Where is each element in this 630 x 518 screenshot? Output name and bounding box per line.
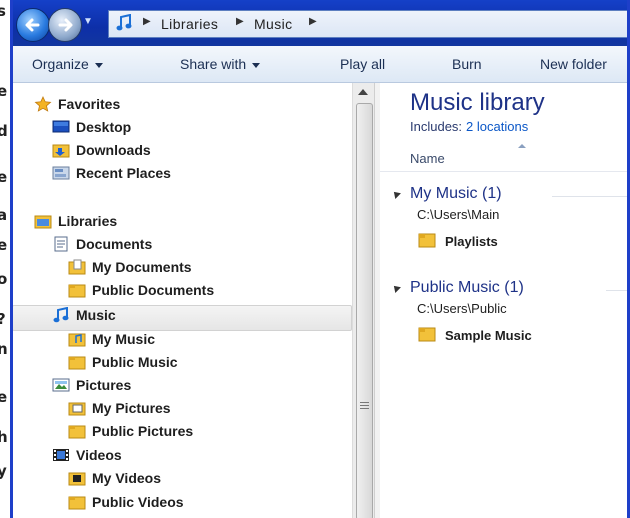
folder-icon	[68, 356, 86, 370]
nav-label: Desktop	[76, 119, 132, 135]
edge-char: o	[0, 270, 8, 288]
new-folder-button[interactable]: New folder	[540, 56, 607, 72]
group-title: My Music (1)	[410, 185, 502, 202]
forward-arrow-icon	[58, 18, 73, 32]
edge-char: e	[0, 82, 8, 100]
desktop-icon	[52, 120, 70, 133]
nav-label: Libraries	[58, 213, 118, 229]
explorer-window: ▼ ▶ Libraries ▶ Music ▶ Organize Share w…	[10, 0, 630, 518]
nav-label: Pictures	[76, 377, 132, 393]
star-icon	[34, 96, 52, 112]
library-includes: Includes: 2 locations	[410, 119, 528, 134]
folder-icon	[68, 496, 86, 510]
nav-label: Public Documents	[92, 282, 215, 298]
library-title: Music library	[410, 89, 545, 116]
libraries-icon	[34, 215, 52, 229]
documents-library-icon	[54, 236, 68, 252]
scroll-grip-icon	[360, 402, 369, 411]
pictures-folder-icon	[68, 402, 86, 416]
breadcrumb-separator-icon[interactable]: ▶	[309, 16, 317, 27]
folder-name: Sample Music	[445, 328, 532, 343]
nav-label: My Music	[92, 331, 156, 347]
edge-char: y	[0, 462, 7, 480]
back-button[interactable]	[16, 8, 50, 42]
column-header-name[interactable]: Name	[410, 151, 445, 166]
sort-arrow-icon	[518, 144, 526, 148]
group-path: C:\Users\Public	[417, 301, 507, 316]
navigation-pane: Favorites Desktop Downloads Recent Place…	[10, 83, 352, 518]
breadcrumb-libraries[interactable]: Libraries	[161, 16, 218, 32]
group-header-my-music[interactable]: My Music (1)	[391, 185, 502, 203]
nav-pane-scrollbar[interactable]	[352, 83, 375, 518]
group-divider	[552, 196, 630, 197]
organize-label: Organize	[32, 56, 89, 72]
breadcrumb-music[interactable]: Music	[254, 16, 293, 32]
share-with-label: Share with	[180, 56, 247, 72]
edge-char: n	[0, 340, 8, 358]
nav-label: My Videos	[92, 470, 161, 486]
collapse-arrow-icon[interactable]	[391, 282, 401, 293]
chevron-down-icon	[94, 62, 103, 68]
nav-label: Public Pictures	[92, 423, 194, 439]
music-note-icon	[116, 14, 132, 31]
recent-places-icon	[52, 166, 70, 180]
nav-label: Downloads	[76, 142, 151, 158]
video-folder-icon	[68, 472, 86, 486]
edge-char: e	[0, 168, 8, 186]
nav-label: Music	[76, 307, 116, 323]
nav-label: Favorites	[58, 96, 121, 112]
edge-char: h	[0, 428, 8, 446]
share-with-button[interactable]: Share with	[180, 56, 261, 72]
edge-char: ?	[0, 310, 6, 328]
chevron-down-icon	[252, 62, 261, 68]
folder-icon	[68, 259, 86, 275]
folder-icon	[68, 284, 86, 298]
edge-char: a	[0, 206, 8, 224]
column-header-divider	[380, 171, 630, 172]
scrollbar-thumb[interactable]	[356, 103, 373, 518]
film-icon	[53, 449, 69, 461]
nav-label: My Documents	[92, 259, 192, 275]
nav-label: Public Music	[92, 354, 178, 370]
edge-char: e	[0, 388, 8, 406]
breadcrumb-separator-icon[interactable]: ▶	[143, 16, 151, 27]
includes-label: Includes:	[410, 119, 463, 134]
breadcrumb-separator-icon[interactable]: ▶	[236, 16, 244, 27]
music-note-icon	[53, 307, 69, 323]
group-path: C:\Users\Main	[417, 207, 500, 222]
collapse-arrow-icon[interactable]	[391, 188, 401, 199]
folder-icon	[68, 425, 86, 439]
window-border-left	[10, 0, 13, 518]
edge-char: d	[0, 122, 8, 140]
scroll-up-icon[interactable]	[358, 89, 368, 95]
content-pane: Music library Includes: 2 locations Name …	[380, 83, 630, 518]
nav-label: My Pictures	[92, 400, 171, 416]
folder-icon	[418, 327, 436, 342]
folder-icon	[418, 233, 436, 248]
forward-button[interactable]	[48, 8, 82, 42]
group-title: Public Music (1)	[410, 279, 524, 296]
organize-button[interactable]: Organize	[32, 56, 103, 72]
background-page-edge: s e d e a e o ? n e h y	[0, 0, 10, 518]
pictures-library-icon	[52, 378, 70, 392]
command-bar: Organize Share with Play all Burn New fo…	[10, 46, 630, 83]
address-bar-area: ▼ ▶ Libraries ▶ Music ▶	[10, 0, 630, 46]
nav-label: Videos	[76, 447, 122, 463]
nav-label: Public Videos	[92, 494, 184, 510]
play-all-button[interactable]: Play all	[340, 56, 385, 72]
nav-label: Documents	[76, 236, 153, 252]
burn-button[interactable]: Burn	[452, 56, 482, 72]
nav-label: Recent Places	[76, 165, 171, 181]
edge-char: e	[0, 236, 8, 254]
downloads-folder-icon	[52, 144, 70, 158]
address-field[interactable]: ▶ Libraries ▶ Music ▶	[108, 10, 630, 38]
music-folder-icon	[68, 333, 86, 347]
back-arrow-icon	[25, 18, 40, 32]
group-header-public-music[interactable]: Public Music (1)	[391, 279, 524, 297]
locations-link[interactable]: 2 locations	[466, 119, 528, 134]
edge-char: s	[0, 2, 6, 20]
recent-pages-dropdown-icon[interactable]: ▼	[83, 16, 93, 27]
folder-name: Playlists	[445, 234, 498, 249]
